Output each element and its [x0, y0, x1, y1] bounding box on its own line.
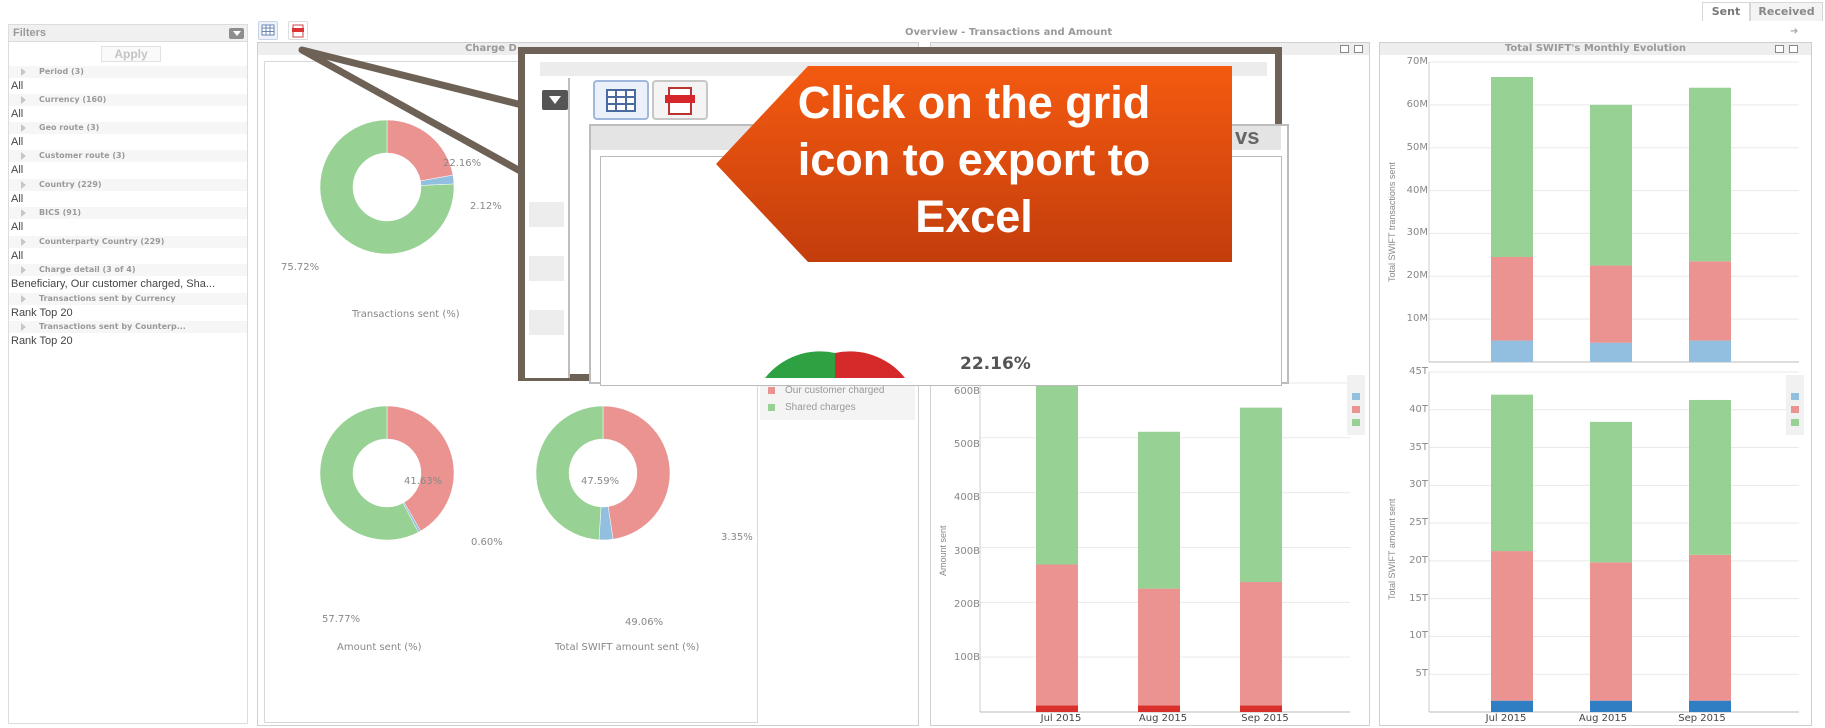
zoom-header-fragment: vs — [1235, 124, 1260, 149]
pdf-icon — [665, 87, 695, 115]
instruction-callout: Click on the grid icon to export to Exce… — [716, 64, 1232, 264]
zoom-pdf-button[interactable] — [652, 80, 708, 120]
zoom-dropdown-icon — [542, 90, 568, 110]
zoom-donut-fragment — [765, 351, 905, 378]
instruction-line-1: Click on the grid — [797, 77, 1151, 128]
grid-icon — [606, 89, 636, 112]
instruction-line-3: Excel — [915, 191, 1033, 242]
zoom-percent-label: 22.16% — [960, 354, 1031, 374]
instruction-line-2: icon to export to — [797, 134, 1151, 185]
zoom-grid-button[interactable] — [593, 80, 649, 120]
